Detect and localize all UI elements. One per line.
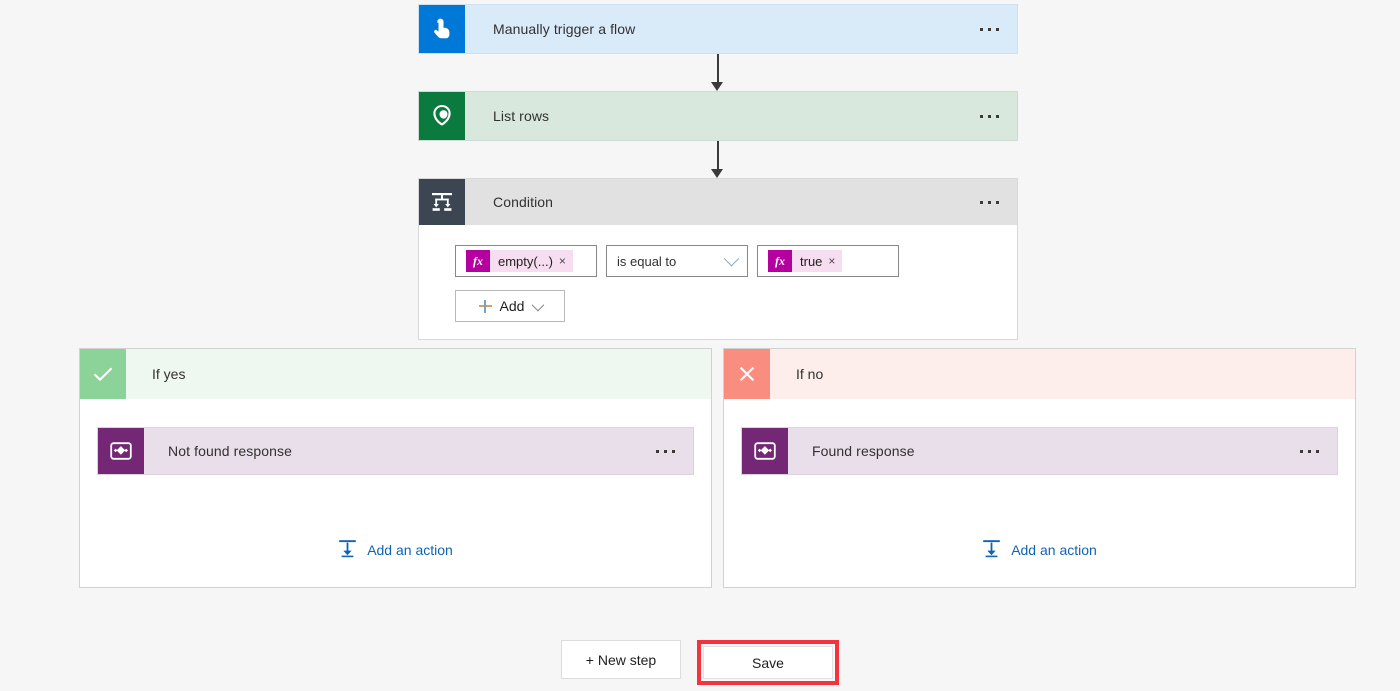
condition-header[interactable]: Condition <box>419 179 1017 225</box>
branch-header-no: If no <box>724 349 1355 399</box>
add-condition-button[interactable]: Add <box>455 290 565 322</box>
flow-step-title: Manually trigger a flow <box>465 5 961 53</box>
condition-operator-value: is equal to <box>617 254 676 269</box>
add-an-action-link-yes[interactable]: Add an action <box>80 539 711 561</box>
insert-action-icon <box>982 539 1001 561</box>
flow-step-condition[interactable]: Condition fx empty(...) × is equal to <box>418 178 1018 340</box>
expression-token-left[interactable]: fx empty(...) × <box>466 250 573 272</box>
save-button[interactable]: Save <box>703 646 833 679</box>
fx-icon: fx <box>466 250 490 272</box>
tap-hand-icon <box>419 5 465 53</box>
flow-step-title: Condition <box>465 179 961 225</box>
condition-branch-icon <box>419 179 465 225</box>
condition-right-operand-field[interactable]: fx true × <box>757 245 899 277</box>
connector-arrow <box>708 54 728 91</box>
connector-arrow <box>708 141 728 178</box>
flow-action-title: Not found response <box>144 428 637 474</box>
flow-step-list-rows[interactable]: List rows <box>418 91 1018 141</box>
chevron-down-icon[interactable] <box>724 250 740 266</box>
condition-row: fx empty(...) × is equal to fx true × <box>455 245 1017 277</box>
remove-token-icon[interactable]: × <box>828 254 842 268</box>
insert-action-icon <box>338 539 357 561</box>
more-options-icon[interactable] <box>637 428 693 474</box>
expression-token-right[interactable]: fx true × <box>768 250 842 272</box>
more-options-icon[interactable] <box>961 5 1017 53</box>
flow-action-found-response[interactable]: Found response <box>741 427 1338 475</box>
more-options-icon[interactable] <box>961 92 1017 140</box>
branch-header-yes: If yes <box>80 349 711 399</box>
branch-if-no: If no Found response <box>723 348 1356 588</box>
flow-step-title: List rows <box>465 92 961 140</box>
save-button-highlight: Save <box>697 640 839 685</box>
new-step-button[interactable]: + New step <box>561 640 681 679</box>
branch-label-no: If no <box>770 349 823 399</box>
expression-token-text: empty(...) <box>490 254 559 269</box>
more-options-icon[interactable] <box>961 179 1017 225</box>
expression-token-text: true <box>792 254 828 269</box>
condition-body: fx empty(...) × is equal to fx true × <box>419 225 1017 322</box>
request-response-icon <box>742 428 788 474</box>
request-response-icon <box>98 428 144 474</box>
flow-step-trigger[interactable]: Manually trigger a flow <box>418 4 1018 54</box>
add-condition-label: Add <box>500 298 525 314</box>
flow-action-not-found-response[interactable]: Not found response <box>97 427 694 475</box>
branch-if-yes: If yes Not found response <box>79 348 712 588</box>
close-x-icon <box>724 349 770 399</box>
plus-icon <box>479 300 492 313</box>
checkmark-icon <box>80 349 126 399</box>
condition-left-operand-field[interactable]: fx empty(...) × <box>455 245 597 277</box>
dataverse-icon <box>419 92 465 140</box>
flow-designer-canvas: Manually trigger a flow List rows <box>0 0 1400 691</box>
add-an-action-label: Add an action <box>1011 542 1097 558</box>
chevron-down-icon[interactable] <box>532 298 545 311</box>
add-an-action-label: Add an action <box>367 542 453 558</box>
designer-footer: + New step Save <box>0 640 1400 685</box>
branch-label-yes: If yes <box>126 349 185 399</box>
more-options-icon[interactable] <box>1281 428 1337 474</box>
condition-operator-dropdown[interactable]: is equal to <box>606 245 748 277</box>
remove-token-icon[interactable]: × <box>559 254 573 268</box>
add-an-action-link-no[interactable]: Add an action <box>724 539 1355 561</box>
flow-action-title: Found response <box>788 428 1281 474</box>
fx-icon: fx <box>768 250 792 272</box>
